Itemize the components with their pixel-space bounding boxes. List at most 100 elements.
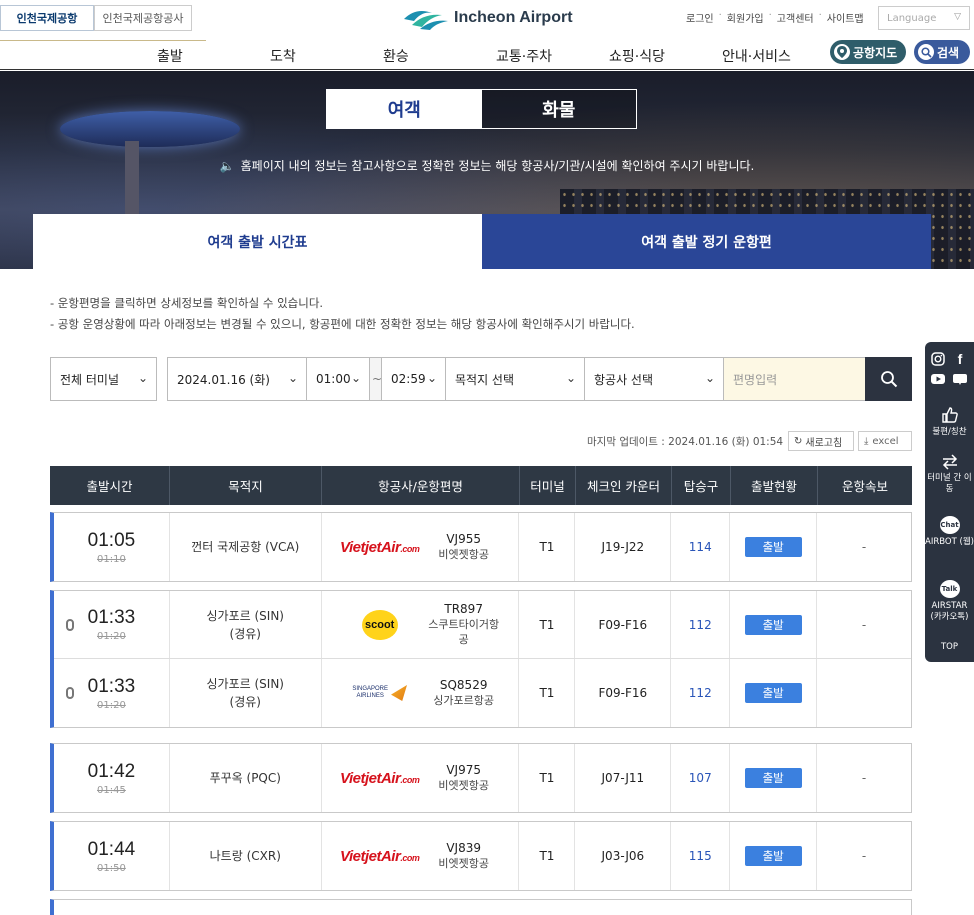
thumbs-up-icon xyxy=(941,407,958,423)
gate-cell: 112 xyxy=(671,591,731,658)
nav-arrival[interactable]: 도착 xyxy=(270,46,296,66)
tab-passenger[interactable]: 여객 xyxy=(327,90,482,128)
col-terminal: 터미널 xyxy=(520,466,576,505)
feedback-link[interactable]: 불편/칭찬 xyxy=(925,406,974,438)
scheduled-time: 01:20 xyxy=(97,631,126,642)
top-button[interactable]: TOP xyxy=(925,642,974,653)
flight-number[interactable]: SQ8529 xyxy=(440,678,488,693)
table-row[interactable]: 01:33 01:20 싱가포르 (SIN) (경유) SINGAPORE AIRLINE… xyxy=(54,659,911,727)
nav-departure[interactable]: 출발 xyxy=(157,46,183,66)
flight-number[interactable]: VJ975 xyxy=(446,763,481,778)
status-cell: 출발 xyxy=(730,513,818,581)
time-to-value: 02:59 xyxy=(391,372,426,386)
terminal-value: 전체 터미널 xyxy=(60,372,120,387)
gate-cell: 115 xyxy=(671,822,731,890)
chevron-down-icon: ⌄ xyxy=(426,371,437,385)
checkin-counter-cell: J19-J22 xyxy=(575,513,672,581)
airstar-link[interactable]: Talk AIRSTAR (카카오톡) xyxy=(925,580,974,623)
flight-group: 01:05 01:10 껀터 국제공항 (VCA) VietjetAir.com VJ9… xyxy=(50,512,912,582)
time-from-select[interactable]: 01:00 ⌄ xyxy=(306,357,370,401)
blog-icon[interactable] xyxy=(953,372,967,386)
col-flight-news: 운항속보 xyxy=(841,479,888,494)
table-row[interactable]: 01:33 01:20 싱가포르 (SIN) (경유) scoot TR897 스쿠트타이거… xyxy=(54,591,911,659)
airline-select[interactable]: 항공사 선택 ⌄ xyxy=(584,357,724,401)
airline-cell[interactable]: VietjetAir.com VJ839 비엣젯항공 xyxy=(322,822,520,890)
tab-regular-flights[interactable]: 여객 출발 정기 운항편 xyxy=(482,214,931,269)
departure-time-cell: 01:05 01:10 xyxy=(54,513,170,581)
terminal-select[interactable]: 전체 터미널 ⌄ xyxy=(50,357,157,401)
destination-name: 나트랑 (CXR) xyxy=(209,849,281,863)
departure-time: 01:33 xyxy=(87,675,136,697)
vietjet-logo: VietjetAir.com xyxy=(340,538,420,556)
gate-cell: 107 xyxy=(671,744,731,812)
terminal-cell: T1 xyxy=(519,513,576,581)
terminal-cell: T1 xyxy=(519,659,576,727)
table-row[interactable]: 01:05 01:10 껀터 국제공항 (VCA) VietjetAir.com VJ9… xyxy=(54,513,911,581)
logo-icon xyxy=(404,11,448,30)
codeshare-icon xyxy=(66,619,74,631)
destination-name: 껀터 국제공항 (VCA) xyxy=(191,540,300,554)
instagram-icon[interactable] xyxy=(931,352,945,366)
table-row[interactable]: 01:44 01:50 나트랑 (CXR) VietjetAir.com VJ839 비엣… xyxy=(54,822,911,890)
gate-cell: 114 xyxy=(671,513,731,581)
flight-news-cell: - xyxy=(861,849,867,863)
refresh-button[interactable]: ↻ 새로고침 xyxy=(788,431,854,451)
sns-links: f xyxy=(931,351,971,386)
flight-group: 01:44 01:50 나트랑 (CXR) VietjetAir.com VJ839 비엣… xyxy=(50,821,912,891)
airport-map-label: 공항지도 xyxy=(853,45,898,60)
nav-info-service[interactable]: 안내·서비스 xyxy=(722,46,791,66)
nav-shopping-dining[interactable]: 쇼핑·식당 xyxy=(609,46,665,66)
site-logo[interactable]: Incheon Airport xyxy=(402,4,573,32)
airline-cell[interactable]: VietjetAir.com VJ955 비엣젯항공 xyxy=(322,513,520,581)
via-label: (경유) xyxy=(229,626,261,641)
destination-select[interactable]: 목적지 선택 ⌄ xyxy=(445,357,585,401)
filter-search-button[interactable] xyxy=(865,357,912,401)
flight-number[interactable]: VJ955 xyxy=(446,532,481,547)
checkin-counter-cell: J07-J11 xyxy=(575,744,672,812)
airline-cell[interactable]: scoot TR897 스쿠트타이거항공 xyxy=(322,591,520,658)
flight-number[interactable]: TR897 xyxy=(444,602,483,617)
airbot-label: AIRBOT (웹) xyxy=(925,537,974,547)
customer-center-link[interactable]: 고객센터 xyxy=(777,10,814,25)
airport-map-button[interactable]: 공항지도 xyxy=(830,40,906,64)
login-link[interactable]: 로그인 xyxy=(686,10,714,25)
refresh-icon: ↻ xyxy=(794,435,803,447)
sitemap-link[interactable]: 사이트맵 xyxy=(827,10,864,25)
hero-tower-image xyxy=(60,111,240,147)
airline-cell[interactable]: SINGAPORE AIRLINES SQ8529 싱가포르항공 xyxy=(322,659,520,727)
youtube-icon[interactable] xyxy=(931,372,945,386)
tab-cargo[interactable]: 화물 xyxy=(481,90,636,128)
site-tab-corporation[interactable]: 인천국제공항공사 xyxy=(94,5,192,31)
time-to-select[interactable]: 02:59 ⌄ xyxy=(381,357,446,401)
language-select[interactable]: Language ▽ xyxy=(878,6,970,30)
airbot-link[interactable]: Chat AIRBOT (웹) xyxy=(925,516,974,548)
flight-number[interactable]: VJ839 xyxy=(446,841,481,856)
excel-download-button[interactable]: ⤓ excel xyxy=(858,431,912,451)
date-select[interactable]: 2024.01.16 (화) ⌄ xyxy=(167,357,307,401)
destination-name: 푸꾸옥 (PQC) xyxy=(209,771,281,785)
top-bar: 인천국제공항 인천국제공항공사 Incheon Airport 로그인 · 회원가… xyxy=(0,0,974,41)
terminal-cell: T1 xyxy=(519,822,576,890)
terminal-transfer-link[interactable]: 터미널 간 이동 xyxy=(925,454,974,495)
flight-news-cell xyxy=(817,659,911,727)
table-row[interactable]: 01:42 01:45 푸꾸옥 (PQC) VietjetAir.com VJ975 비엣… xyxy=(54,744,911,812)
site-tab-airport[interactable]: 인천국제공항 xyxy=(0,5,94,31)
via-label: (경유) xyxy=(229,695,261,709)
signup-link[interactable]: 회원가입 xyxy=(727,10,764,25)
facebook-icon[interactable]: f xyxy=(953,351,967,367)
departure-time: 01:05 xyxy=(87,529,136,551)
flight-number-input[interactable]: 편명입력 xyxy=(723,357,866,401)
departure-time: 01:44 xyxy=(87,838,136,860)
search-button[interactable]: 검색 xyxy=(914,40,970,64)
chevron-down-icon: ▽ xyxy=(954,12,961,22)
nav-transfer[interactable]: 환승 xyxy=(383,46,409,66)
flight-group xyxy=(50,899,912,915)
tab-departure-schedule[interactable]: 여객 출발 시간표 xyxy=(33,214,482,269)
nav-transport-parking[interactable]: 교통·주차 xyxy=(496,46,552,66)
status-cell: 출발 xyxy=(730,591,818,658)
airline-cell[interactable]: VietjetAir.com VJ975 비엣젯항공 xyxy=(322,744,520,812)
flight-news-cell: - xyxy=(861,617,867,632)
download-icon: ⤓ xyxy=(864,435,869,447)
info-notes: - 운항편명을 클릭하면 상세정보를 확인하실 수 있습니다. - 공항 운영상… xyxy=(50,293,635,335)
status-badge: 출발 xyxy=(744,846,802,866)
